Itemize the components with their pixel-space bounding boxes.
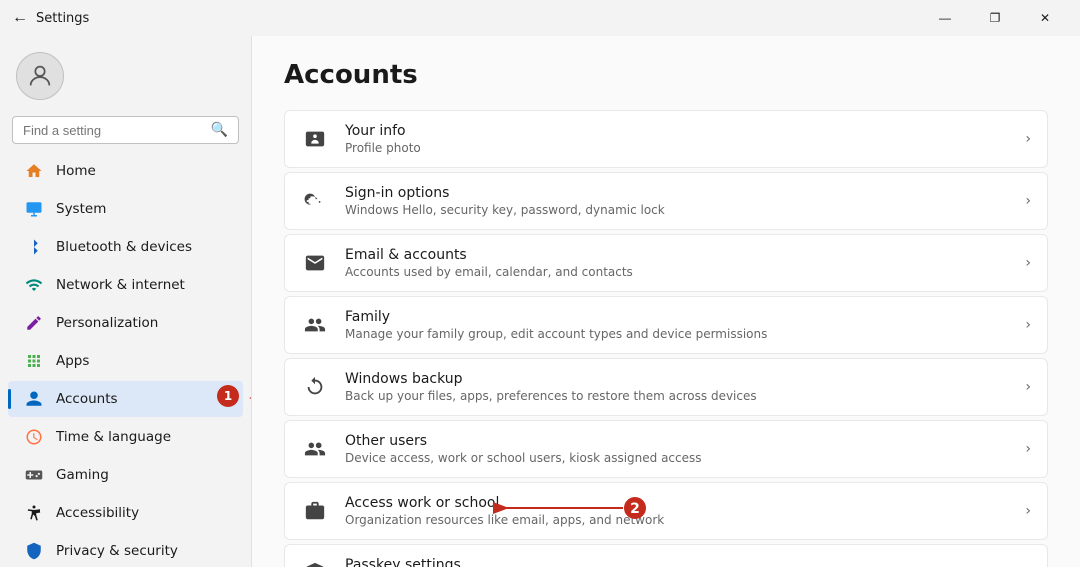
item-desc: Profile photo xyxy=(345,141,1009,155)
user-card-icon xyxy=(301,125,329,153)
sidebar-item-privacy[interactable]: Privacy & security xyxy=(8,533,243,567)
app-content: 🔍 Home System Bluetooth & devices Net xyxy=(0,36,1080,567)
app-title: Settings xyxy=(36,11,89,26)
sidebar-item-accounts[interactable]: Accounts xyxy=(8,381,243,417)
sidebar-profile xyxy=(0,44,251,116)
search-box[interactable]: 🔍 xyxy=(12,116,239,144)
close-button[interactable]: ✕ xyxy=(1022,4,1068,32)
gaming-icon xyxy=(24,465,44,485)
item-title: Passkey settings xyxy=(345,557,1009,567)
chevron-icon: › xyxy=(1025,379,1031,395)
home-icon xyxy=(24,161,44,181)
minimize-button[interactable]: — xyxy=(922,4,968,32)
sidebar-item-personalization[interactable]: Personalization xyxy=(8,305,243,341)
item-text: Windows backup Back up your files, apps,… xyxy=(345,371,1009,403)
sidebar-item-bluetooth[interactable]: Bluetooth & devices xyxy=(8,229,243,265)
item-title: Your info xyxy=(345,123,1009,139)
settings-item-email[interactable]: Email & accounts Accounts used by email,… xyxy=(284,234,1048,292)
sidebar-item-label: Gaming xyxy=(56,467,109,483)
chevron-icon: › xyxy=(1025,317,1031,333)
sidebar-item-time[interactable]: Time & language xyxy=(8,419,243,455)
privacy-icon xyxy=(24,541,44,561)
item-text: Passkey settings Use your face, fingerpr… xyxy=(345,557,1009,567)
briefcase-icon xyxy=(301,497,329,525)
search-input[interactable] xyxy=(23,123,205,138)
sidebar: 🔍 Home System Bluetooth & devices Net xyxy=(0,36,252,567)
accounts-badge: 1 xyxy=(217,385,239,407)
item-desc: Device access, work or school users, kio… xyxy=(345,451,1009,465)
settings-item-other-users[interactable]: Other users Device access, work or schoo… xyxy=(284,420,1048,478)
item-desc: Organization resources like email, apps,… xyxy=(345,513,1009,527)
sidebar-item-system[interactable]: System xyxy=(8,191,243,227)
item-desc: Accounts used by email, calendar, and co… xyxy=(345,265,1009,279)
bluetooth-icon xyxy=(24,237,44,257)
key-icon xyxy=(301,187,329,215)
personalization-icon xyxy=(24,313,44,333)
backup-icon xyxy=(301,373,329,401)
chevron-icon: › xyxy=(1025,503,1031,519)
item-text: Family Manage your family group, edit ac… xyxy=(345,309,1009,341)
annotation-arrow-1 xyxy=(243,383,252,413)
chevron-icon: › xyxy=(1025,255,1031,271)
settings-item-windows-backup[interactable]: Windows backup Back up your files, apps,… xyxy=(284,358,1048,416)
sidebar-item-label: Accessibility xyxy=(56,505,139,521)
sidebar-item-label: System xyxy=(56,201,106,217)
item-text: Your info Profile photo xyxy=(345,123,1009,155)
item-desc: Windows Hello, security key, password, d… xyxy=(345,203,1009,217)
family-icon xyxy=(301,311,329,339)
chevron-icon: › xyxy=(1025,131,1031,147)
item-title: Family xyxy=(345,309,1009,325)
sidebar-item-label: Network & internet xyxy=(56,277,185,293)
settings-item-passkey[interactable]: Passkey settings Use your face, fingerpr… xyxy=(284,544,1048,567)
sidebar-item-label: Apps xyxy=(56,353,89,369)
other-users-icon xyxy=(301,435,329,463)
item-title: Email & accounts xyxy=(345,247,1009,263)
maximize-button[interactable]: ❐ xyxy=(972,4,1018,32)
settings-list: Your info Profile photo › Sign-in option… xyxy=(284,110,1048,567)
sidebar-item-home[interactable]: Home xyxy=(8,153,243,189)
item-title: Access work or school xyxy=(345,495,1009,511)
sidebar-item-apps[interactable]: Apps xyxy=(8,343,243,379)
item-title: Other users xyxy=(345,433,1009,449)
time-icon xyxy=(24,427,44,447)
item-text: Other users Device access, work or schoo… xyxy=(345,433,1009,465)
sidebar-item-label: Personalization xyxy=(56,315,158,331)
accessibility-icon xyxy=(24,503,44,523)
item-title: Sign-in options xyxy=(345,185,1009,201)
sidebar-item-label: Accounts xyxy=(56,391,118,407)
sidebar-item-label: Home xyxy=(56,163,96,179)
avatar[interactable] xyxy=(16,52,64,100)
network-icon xyxy=(24,275,44,295)
back-button[interactable]: ← xyxy=(12,9,28,27)
item-text: Access work or school Organization resou… xyxy=(345,495,1009,527)
search-icon: 🔍 xyxy=(211,122,228,138)
settings-item-sign-in[interactable]: Sign-in options Windows Hello, security … xyxy=(284,172,1048,230)
main-wrapper: Accounts Your info Profile photo › xyxy=(252,36,1080,567)
chevron-icon: › xyxy=(1025,193,1031,209)
system-icon xyxy=(24,199,44,219)
title-bar: ← Settings — ❐ ✕ xyxy=(0,0,1080,36)
sidebar-item-label: Privacy & security xyxy=(56,543,178,559)
item-desc: Manage your family group, edit account t… xyxy=(345,327,1009,341)
apps-icon xyxy=(24,351,44,371)
passkey-icon xyxy=(301,559,329,567)
sidebar-item-accessibility[interactable]: Accessibility xyxy=(8,495,243,531)
sidebar-item-label: Time & language xyxy=(56,429,171,445)
item-title: Windows backup xyxy=(345,371,1009,387)
item-text: Sign-in options Windows Hello, security … xyxy=(345,185,1009,217)
item-desc: Back up your files, apps, preferences to… xyxy=(345,389,1009,403)
main-content: Accounts Your info Profile photo › xyxy=(252,36,1080,567)
page-title: Accounts xyxy=(284,60,1048,90)
chevron-icon: › xyxy=(1025,441,1031,457)
settings-item-family[interactable]: Family Manage your family group, edit ac… xyxy=(284,296,1048,354)
settings-item-your-info[interactable]: Your info Profile photo › xyxy=(284,110,1048,168)
email-icon xyxy=(301,249,329,277)
window-controls: — ❐ ✕ xyxy=(922,4,1068,32)
item-text: Email & accounts Accounts used by email,… xyxy=(345,247,1009,279)
sidebar-item-network[interactable]: Network & internet xyxy=(8,267,243,303)
sidebar-item-gaming[interactable]: Gaming xyxy=(8,457,243,493)
accounts-icon xyxy=(24,389,44,409)
settings-item-access-work[interactable]: Access work or school Organization resou… xyxy=(284,482,1048,540)
sidebar-item-label: Bluetooth & devices xyxy=(56,239,192,255)
